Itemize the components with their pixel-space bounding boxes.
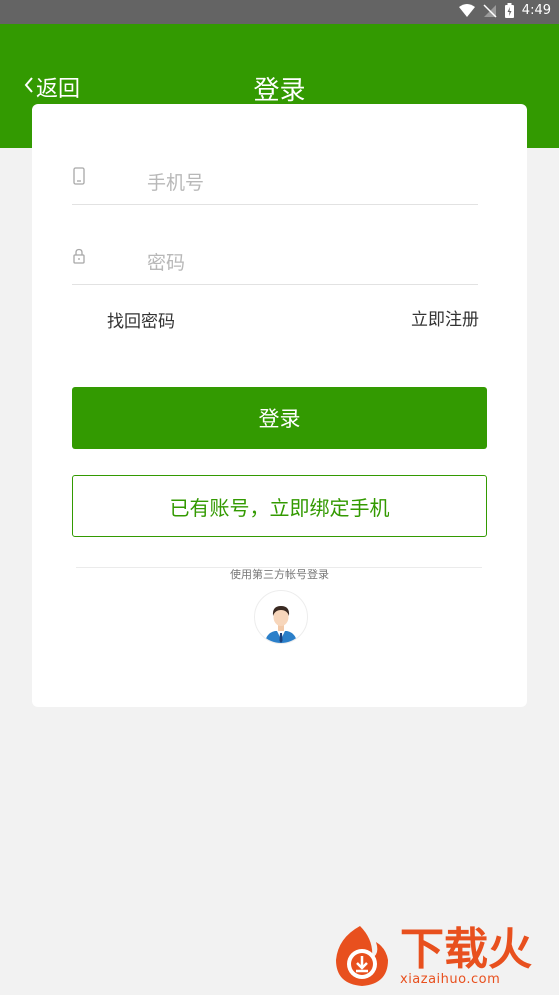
no-signal-icon bbox=[483, 3, 497, 18]
password-input[interactable] bbox=[147, 244, 477, 282]
wifi-icon bbox=[458, 3, 475, 18]
third-party-avatar-button[interactable] bbox=[254, 590, 308, 644]
third-party-login-label: 使用第三方帐号登录 bbox=[230, 568, 329, 581]
battery-icon bbox=[504, 3, 514, 18]
password-field bbox=[72, 244, 478, 285]
watermark-url: xiazaihuo.com bbox=[400, 972, 501, 987]
phone-field bbox=[72, 164, 478, 205]
status-bar: 4:49 bbox=[0, 0, 559, 24]
clock-time: 4:49 bbox=[521, 3, 551, 18]
bind-phone-button[interactable]: 已有账号，立即绑定手机 bbox=[72, 475, 487, 537]
forgot-password-link[interactable]: 找回密码 bbox=[107, 307, 175, 332]
lock-icon bbox=[72, 247, 86, 271]
phone-icon bbox=[72, 167, 86, 191]
watermark-title: 下载火 bbox=[400, 924, 532, 975]
avatar-icon bbox=[265, 606, 297, 643]
login-card: 找回密码 立即注册 登录 已有账号，立即绑定手机 使用第三方帐号登录 bbox=[32, 104, 527, 707]
flame-logo-icon bbox=[330, 922, 394, 992]
login-button[interactable]: 登录 bbox=[72, 387, 487, 449]
register-link[interactable]: 立即注册 bbox=[411, 305, 479, 330]
page-title: 登录 bbox=[253, 76, 306, 106]
phone-input[interactable] bbox=[147, 164, 477, 202]
watermark-logo: 下载火 xiazaihuo.com bbox=[330, 922, 555, 992]
